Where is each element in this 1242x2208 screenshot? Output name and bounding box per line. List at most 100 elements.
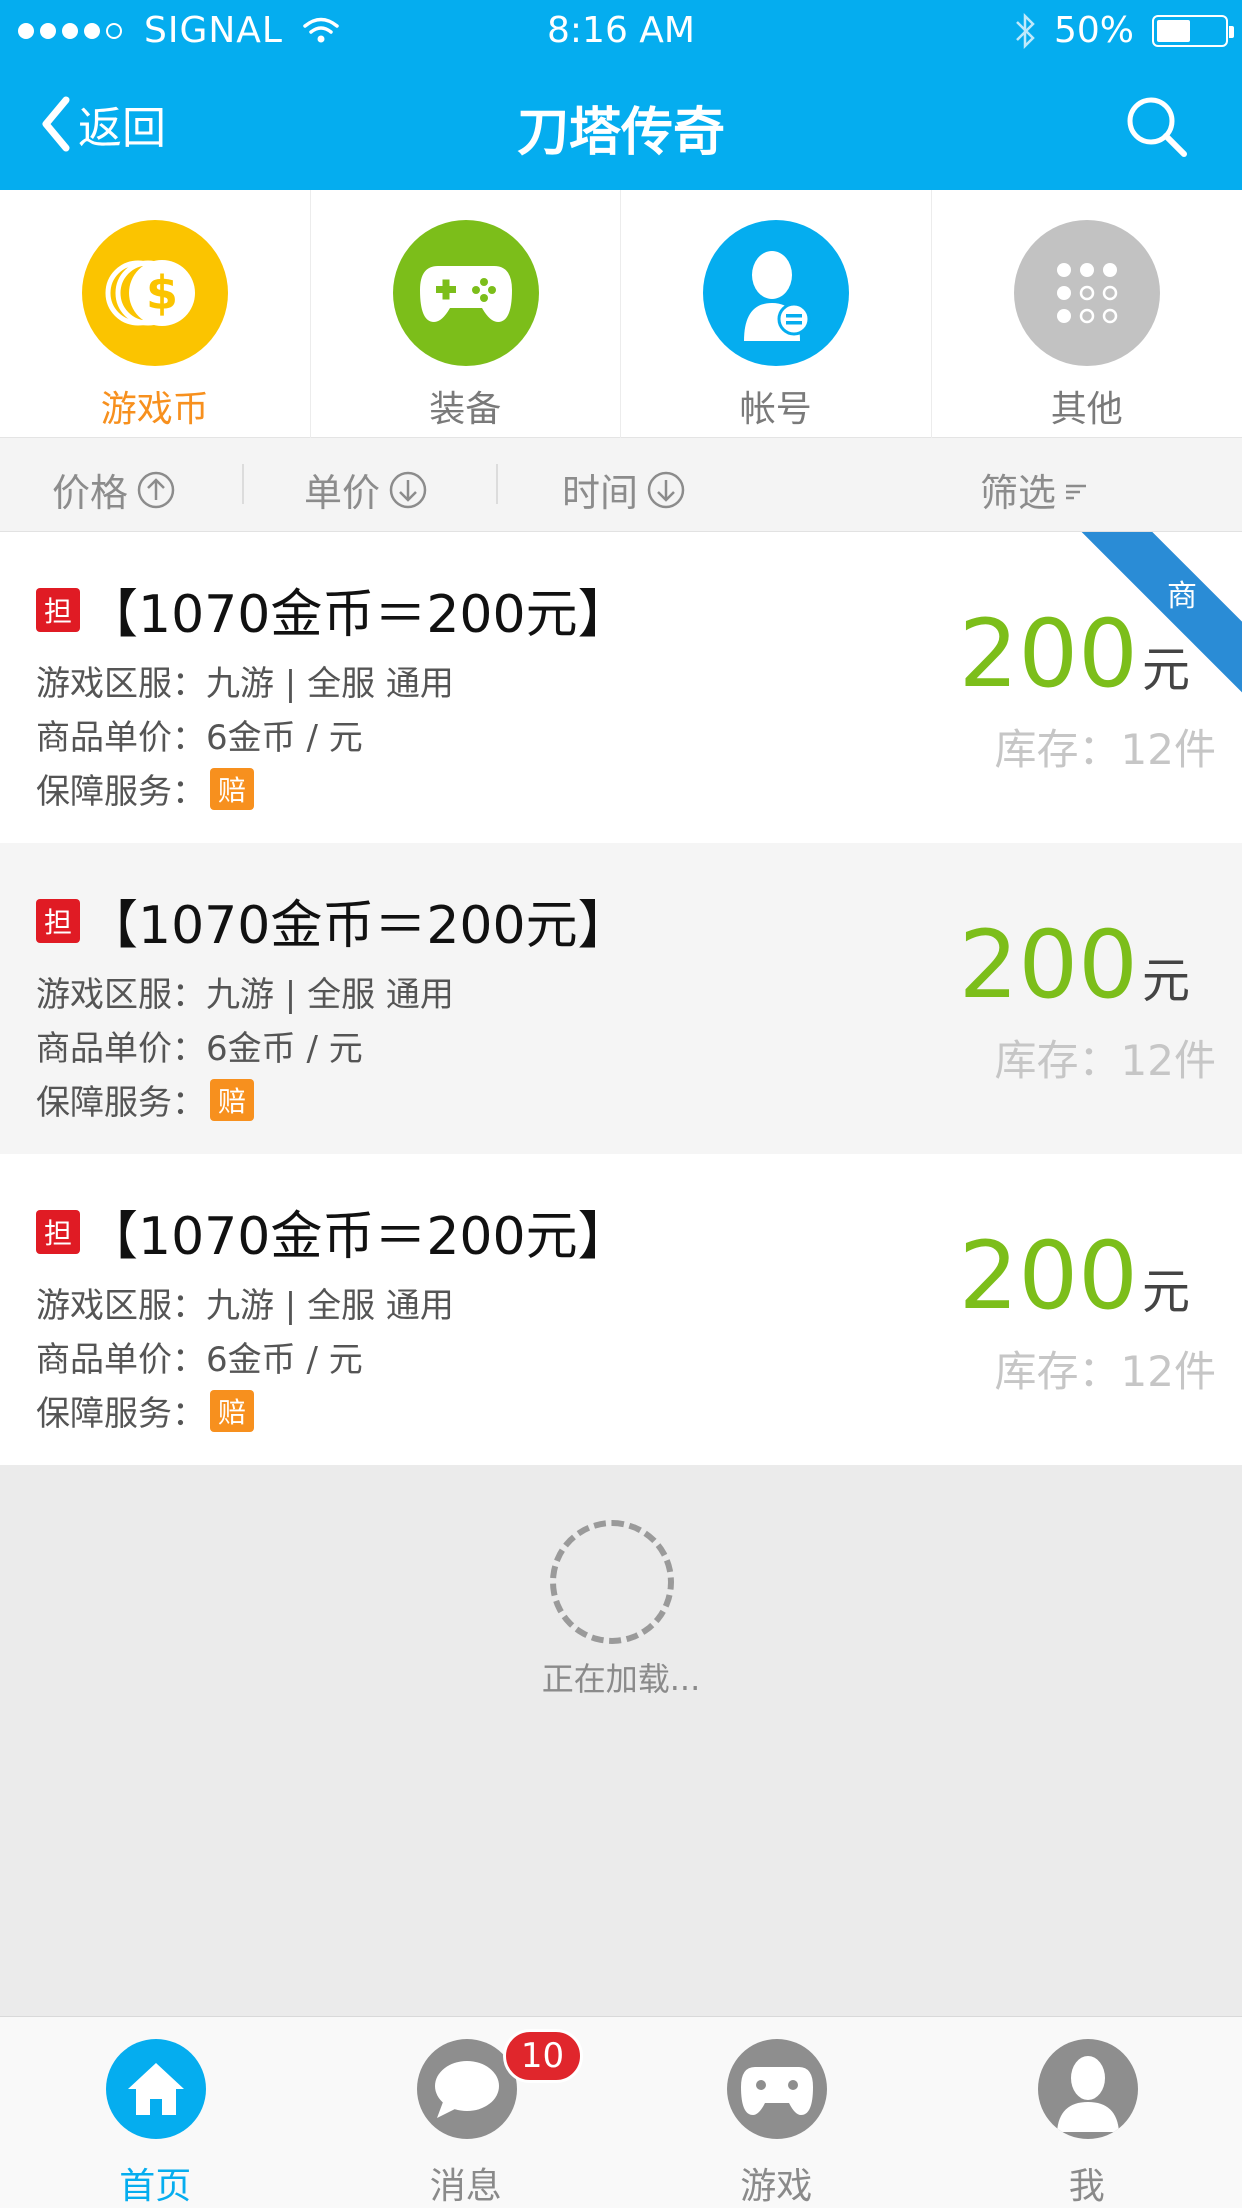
sort-divider xyxy=(496,464,498,504)
category-equipment[interactable]: 装备 xyxy=(311,190,621,438)
chat-icon xyxy=(416,2039,517,2139)
merchant-tag: 商 xyxy=(1167,579,1197,614)
tab-label: 我 xyxy=(1068,2166,1105,2207)
unit-price-value: 6金币 / 元 xyxy=(206,1029,363,1069)
category-label: 装备 xyxy=(429,389,502,430)
service-label: 保障服务： xyxy=(36,772,206,812)
arrow-down-circle-icon xyxy=(389,471,427,508)
listing-item[interactable]: 担 【1070金币＝200元】 游戏区服： 九游 | 全服 通用 商品单价： 6… xyxy=(0,1154,1242,1465)
service-label: 保障服务： xyxy=(36,1394,206,1434)
sort-time-button[interactable]: 时间 xyxy=(562,462,686,517)
category-label: 游戏币 xyxy=(100,389,209,430)
price-unit: 元 xyxy=(1141,953,1190,1009)
status-right: 50% xyxy=(1014,10,1234,51)
compensation-badge: 赔 xyxy=(210,1078,254,1121)
grid-icon xyxy=(1013,220,1160,366)
sort-divider xyxy=(242,464,244,504)
tab-messages[interactable]: 10 消息 xyxy=(311,2017,622,2208)
service-label: 保障服务： xyxy=(36,1083,206,1123)
listing-item[interactable]: 担 【1070金币＝200元】 游戏区服： 九游 | 全服 通用 商品单价： 6… xyxy=(0,843,1242,1154)
filter-button[interactable]: 筛选 xyxy=(980,462,1088,517)
listing-item[interactable]: 担 【1070金币＝200元】 游戏区服： 九游 | 全服 通用 商品单价： 6… xyxy=(0,532,1242,843)
service-line: 保障服务： 赔 xyxy=(36,1386,254,1435)
server-value: 九游 | 全服 通用 xyxy=(206,664,454,704)
tab-label: 首页 xyxy=(119,2166,192,2207)
page-title: 刀塔传奇 xyxy=(516,103,725,163)
sort-time-label: 时间 xyxy=(562,471,639,515)
listing-title: 【1070金币＝200元】 xyxy=(86,585,630,645)
home-icon xyxy=(106,2039,206,2139)
server-value: 九游 | 全服 通用 xyxy=(206,975,454,1015)
listing-price: 200 元 xyxy=(959,911,1190,1020)
listing-price: 200 元 xyxy=(959,1222,1190,1331)
sort-unit-price-button[interactable]: 单价 xyxy=(304,462,428,517)
server-label: 游戏区服： xyxy=(36,975,206,1015)
stock-text: 库存：12件 xyxy=(994,725,1216,774)
category-label: 帐号 xyxy=(739,389,812,430)
guarantee-badge: 担 xyxy=(36,587,80,632)
sort-unit-price-label: 单价 xyxy=(304,471,381,515)
gamepad-icon xyxy=(392,220,539,366)
tab-games[interactable]: 游戏 xyxy=(621,2017,932,2208)
tab-bar: 首页 10 消息 游戏 我 xyxy=(0,2016,1242,2208)
category-other[interactable]: 其他 xyxy=(932,190,1242,438)
sort-bar: 价格 单价 时间 筛选 xyxy=(0,438,1242,532)
bluetooth-icon xyxy=(1016,12,1035,49)
listing-title: 【1070金币＝200元】 xyxy=(86,1207,630,1267)
battery-icon xyxy=(1152,14,1234,47)
user-icon xyxy=(1037,2039,1138,2139)
server-label: 游戏区服： xyxy=(36,1286,206,1326)
search-icon[interactable] xyxy=(1124,94,1190,160)
unread-badge: 10 xyxy=(502,2029,583,2083)
listing-title: 【1070金币＝200元】 xyxy=(86,896,630,956)
unit-price-value: 6金币 / 元 xyxy=(206,1340,363,1380)
category-game-coin[interactable]: $ 游戏币 xyxy=(0,190,311,438)
price-value: 200 xyxy=(958,600,1138,709)
category-label: 其他 xyxy=(1050,389,1123,430)
stock-text: 库存：12件 xyxy=(994,1347,1216,1396)
coin-icon: $ xyxy=(82,220,228,366)
listing-price: 200 元 xyxy=(959,600,1190,709)
arrow-up-circle-icon xyxy=(137,471,175,508)
price-value: 200 xyxy=(958,911,1138,1020)
guarantee-badge: 担 xyxy=(36,1209,80,1254)
price-value: 200 xyxy=(958,1222,1138,1331)
status-bar: SIGNAL 8:16 AM 50% xyxy=(0,0,1242,60)
compensation-badge: 赔 xyxy=(210,1389,254,1432)
stock-text: 库存：12件 xyxy=(994,1036,1216,1085)
server-line: 游戏区服： 九游 | 全服 通用 xyxy=(36,656,454,705)
server-value: 九游 | 全服 通用 xyxy=(206,1286,454,1326)
battery-percent: 50% xyxy=(1053,10,1134,51)
price-unit: 元 xyxy=(1141,642,1190,698)
sort-price-label: 价格 xyxy=(52,471,129,515)
game-icon xyxy=(727,2039,827,2139)
category-tabs: $ 游戏币 装备 帐号 其他 xyxy=(0,190,1242,438)
tab-me[interactable]: 我 xyxy=(932,2017,1242,2208)
compensation-badge: 赔 xyxy=(210,767,254,810)
listing-title-row: 担 【1070金币＝200元】 xyxy=(36,572,630,647)
unit-price-value: 6金币 / 元 xyxy=(206,718,363,758)
service-line: 保障服务： 赔 xyxy=(36,1075,254,1124)
unit-price-label: 商品单价： xyxy=(36,1029,206,1069)
unit-price-label: 商品单价： xyxy=(36,1340,206,1380)
filter-label: 筛选 xyxy=(980,471,1057,515)
guarantee-badge: 担 xyxy=(36,898,80,943)
tab-home[interactable]: 首页 xyxy=(0,2017,311,2208)
unit-price-line: 商品单价： 6金币 / 元 xyxy=(36,1021,363,1070)
spinner-icon xyxy=(550,1520,674,1644)
service-line: 保障服务： 赔 xyxy=(36,764,254,813)
loading-text: 正在加载... xyxy=(541,1660,701,1698)
category-account[interactable]: 帐号 xyxy=(621,190,932,438)
listing-title-row: 担 【1070金币＝200元】 xyxy=(36,883,630,958)
unit-price-line: 商品单价： 6金币 / 元 xyxy=(36,1332,363,1381)
listing-title-row: 担 【1070金币＝200元】 xyxy=(36,1194,630,1269)
server-line: 游戏区服： 九游 | 全服 通用 xyxy=(36,967,454,1016)
svg-text:$: $ xyxy=(146,266,178,320)
filter-icon xyxy=(1066,484,1087,499)
loading-indicator: 正在加载... xyxy=(0,1464,1242,2024)
app-header: SIGNAL 8:16 AM 50% 返回 刀塔传奇 xyxy=(0,0,1242,190)
arrow-down-circle-icon xyxy=(647,471,685,508)
tab-label: 消息 xyxy=(429,2166,502,2207)
unit-price-label: 商品单价： xyxy=(36,718,206,758)
sort-price-button[interactable]: 价格 xyxy=(52,462,176,517)
